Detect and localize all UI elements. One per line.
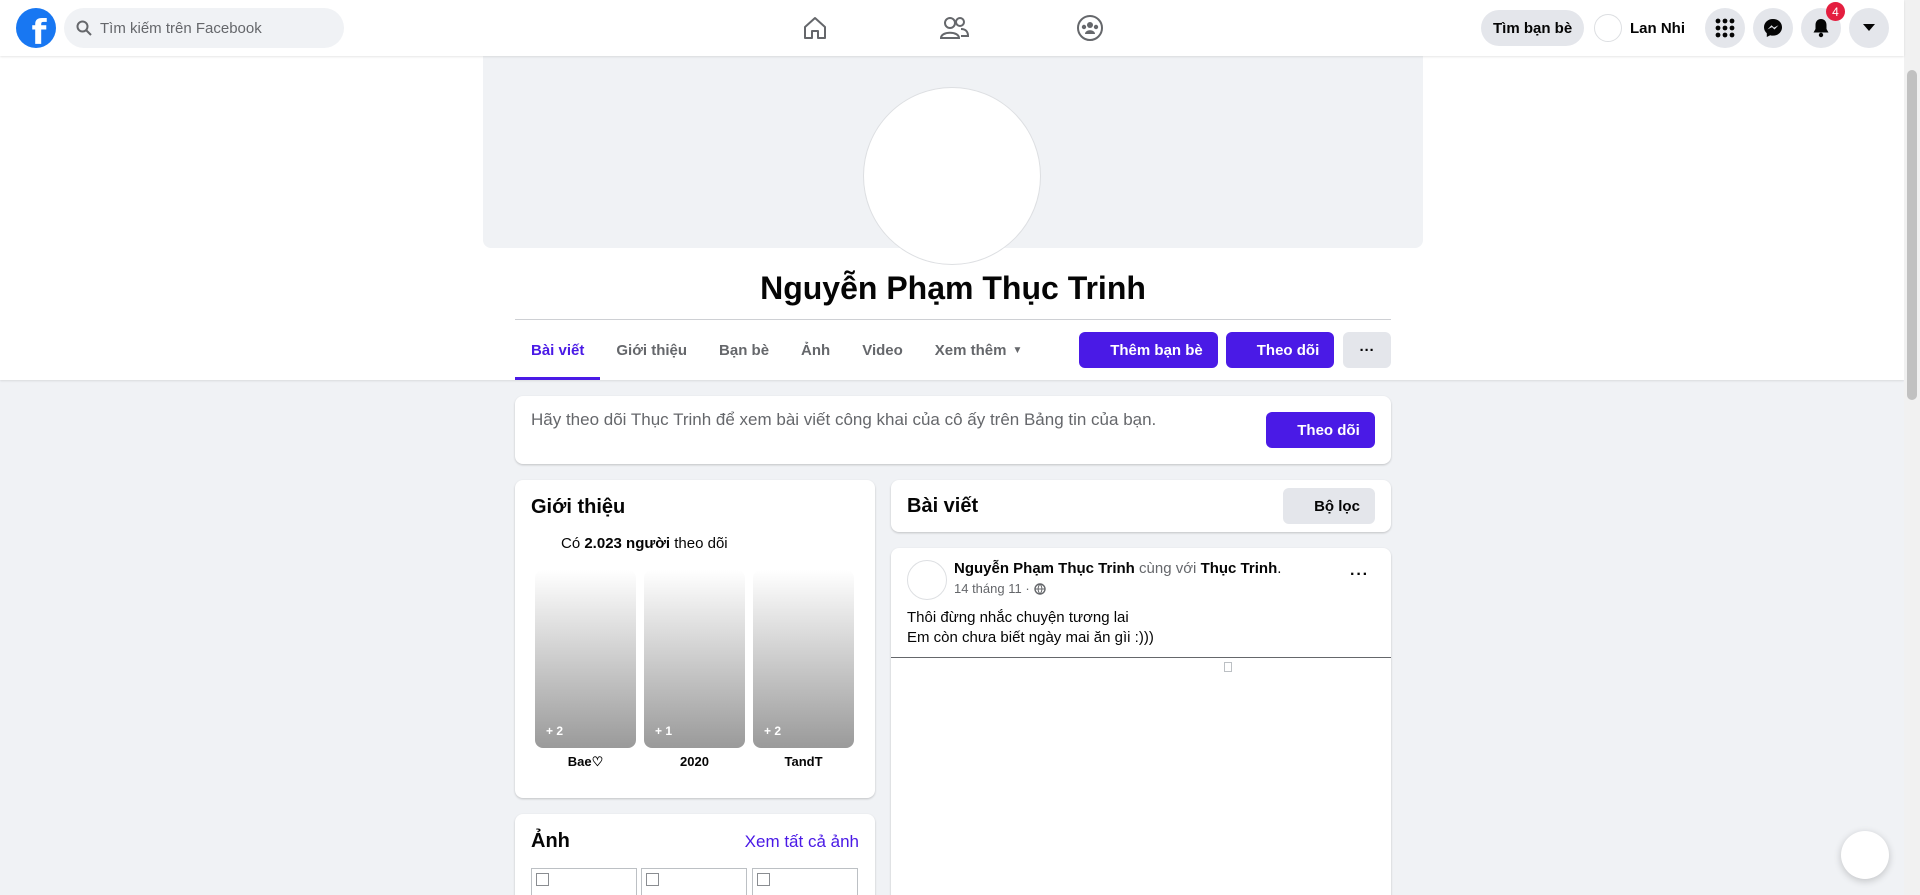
tab-posts[interactable]: Bài viết <box>515 320 601 380</box>
post-text-line: Em còn chưa biết ngày mai ăn gìi :))) <box>907 629 1154 646</box>
find-friends-button[interactable]: Tìm bạn bè <box>1481 10 1585 46</box>
caret-down-icon: ▼ <box>1012 344 1023 356</box>
banner-follow-label: Theo dõi <box>1297 421 1360 439</box>
post-text-line: Thôi đừng nhắc chuyện tương lai <box>907 609 1129 626</box>
add-friend-button[interactable]: Thêm bạn bè <box>1079 332 1218 368</box>
highlight-story[interactable]: + 2 <box>535 570 636 748</box>
highlight-count: + 2 <box>764 724 782 738</box>
follow-banner: Hãy theo dõi Thục Trinh để xem bài viết … <box>515 396 1391 464</box>
posts-header-card: Bài viết Bộ lọc <box>891 480 1391 532</box>
banner-follow-button[interactable]: Theo dõi <box>1266 412 1375 448</box>
intro-title: Giới thiệu <box>531 496 626 518</box>
filter-label: Bộ lọc <box>1314 497 1360 515</box>
page-scrollbar[interactable] <box>1904 0 1920 895</box>
account-menu-button[interactable] <box>1849 8 1889 48</box>
photo-thumbnail[interactable] <box>531 868 637 895</box>
intro-card: Giới thiệu Có 2.023 người theo dõi + 2 B… <box>515 480 875 798</box>
top-navbar: f Tìm bạn bè Lan Nhi 4 <box>0 0 1904 56</box>
tab-videos[interactable]: Video <box>846 320 919 380</box>
follow-label: Theo dõi <box>1256 341 1320 359</box>
profile-tabs: Bài viết Giới thiệu Bạn bè Ảnh Video Xem… <box>515 320 1038 380</box>
followers-suffix: theo dõi <box>670 535 728 552</box>
profile-picture[interactable] <box>864 88 1040 264</box>
follow-button[interactable]: Theo dõi <box>1226 332 1334 368</box>
grid-icon <box>1715 18 1735 38</box>
search-box[interactable] <box>64 8 344 48</box>
highlight-count: + 1 <box>655 724 673 738</box>
photo-thumbnail[interactable] <box>641 868 747 895</box>
broken-image-icon <box>536 873 549 886</box>
highlight-label: TandT <box>784 754 823 769</box>
profile-header: Nguyễn Phạm Thục Trinh Bài viết Giới thi… <box>0 56 1904 380</box>
search-input[interactable] <box>100 19 320 37</box>
post-tagged-name[interactable]: Thục Trinh <box>1201 560 1278 577</box>
highlight-label: 2020 <box>680 754 709 769</box>
highlight-story[interactable]: + 2 <box>753 570 854 748</box>
home-icon[interactable] <box>795 8 835 48</box>
followers-count: 2.023 người <box>584 535 671 552</box>
search-icon <box>76 20 92 36</box>
broken-image-icon <box>757 873 770 886</box>
avatar <box>1594 14 1622 42</box>
post-meta: 14 tháng 11 · <box>954 581 1046 596</box>
post-text: Thôi đừng nhắc chuyện tương lai Em còn c… <box>907 608 1154 648</box>
post-author-name[interactable]: Nguyễn Phạm Thục Trinh <box>954 560 1135 577</box>
highlight-label: Bae♡ <box>567 754 604 769</box>
scrollbar-thumb[interactable] <box>1907 70 1917 400</box>
user-name: Lan Nhi <box>1630 19 1685 37</box>
bell-icon <box>1813 19 1829 38</box>
more-dots-icon: ··· <box>1359 341 1375 359</box>
followers-text: Có 2.023 người theo dõi <box>561 535 728 552</box>
post-with-text: cùng với <box>1134 560 1201 577</box>
post-image-border <box>891 657 1391 658</box>
follow-banner-text: Hãy theo dõi Thục Trinh để xem bài viết … <box>531 410 1157 429</box>
photo-thumbnail[interactable] <box>752 868 858 895</box>
broken-image-icon <box>1224 662 1232 672</box>
tab-photos[interactable]: Ảnh <box>785 320 846 380</box>
more-options-button[interactable]: ··· <box>1343 332 1391 368</box>
tab-friends[interactable]: Bạn bè <box>703 320 785 380</box>
notifications-button[interactable]: 4 <box>1801 2 1845 48</box>
photos-title: Ảnh <box>531 830 570 852</box>
followers-prefix: Có <box>561 535 585 552</box>
highlight-count: + 2 <box>546 724 564 738</box>
new-message-button[interactable] <box>1841 831 1889 879</box>
messenger-button[interactable] <box>1753 8 1793 48</box>
post-card: Nguyễn Phạm Thục Trinh cùng với Thục Tri… <box>891 548 1391 895</box>
post-options-icon[interactable]: ··· <box>1350 566 1369 584</box>
photos-card: Ảnh Xem tất cả ảnh <box>515 814 875 895</box>
profile-name: Nguyễn Phạm Thục Trinh <box>760 270 1146 306</box>
friends-icon[interactable] <box>934 8 974 48</box>
broken-image-icon <box>646 873 659 886</box>
post-author-line: Nguyễn Phạm Thục Trinh cùng với Thục Tri… <box>954 560 1281 577</box>
post-author-avatar[interactable] <box>907 560 947 600</box>
add-friend-label: Thêm bạn bè <box>1110 341 1203 359</box>
tab-more-label: Xem thêm <box>934 341 1007 359</box>
groups-icon[interactable] <box>1070 8 1110 48</box>
see-all-photos-link[interactable]: Xem tất cả ảnh <box>745 832 859 852</box>
chevron-down-icon <box>1863 24 1875 31</box>
user-profile-chip[interactable]: Lan Nhi <box>1594 10 1685 46</box>
notification-badge: 4 <box>1826 2 1845 21</box>
facebook-logo-icon[interactable]: f <box>16 8 56 48</box>
post-period: . <box>1277 560 1282 577</box>
menu-grid-button[interactable] <box>1705 8 1745 48</box>
tab-more[interactable]: Xem thêm ▼ <box>919 320 1039 380</box>
tab-about[interactable]: Giới thiệu <box>600 320 703 380</box>
posts-header-title: Bài viết <box>907 495 979 517</box>
post-date[interactable]: 14 tháng 11 · <box>954 581 1030 596</box>
globe-icon <box>1033 582 1046 595</box>
messenger-icon <box>1764 19 1782 37</box>
filter-button[interactable]: Bộ lọc <box>1283 488 1375 524</box>
highlight-story[interactable]: + 1 <box>644 570 745 748</box>
